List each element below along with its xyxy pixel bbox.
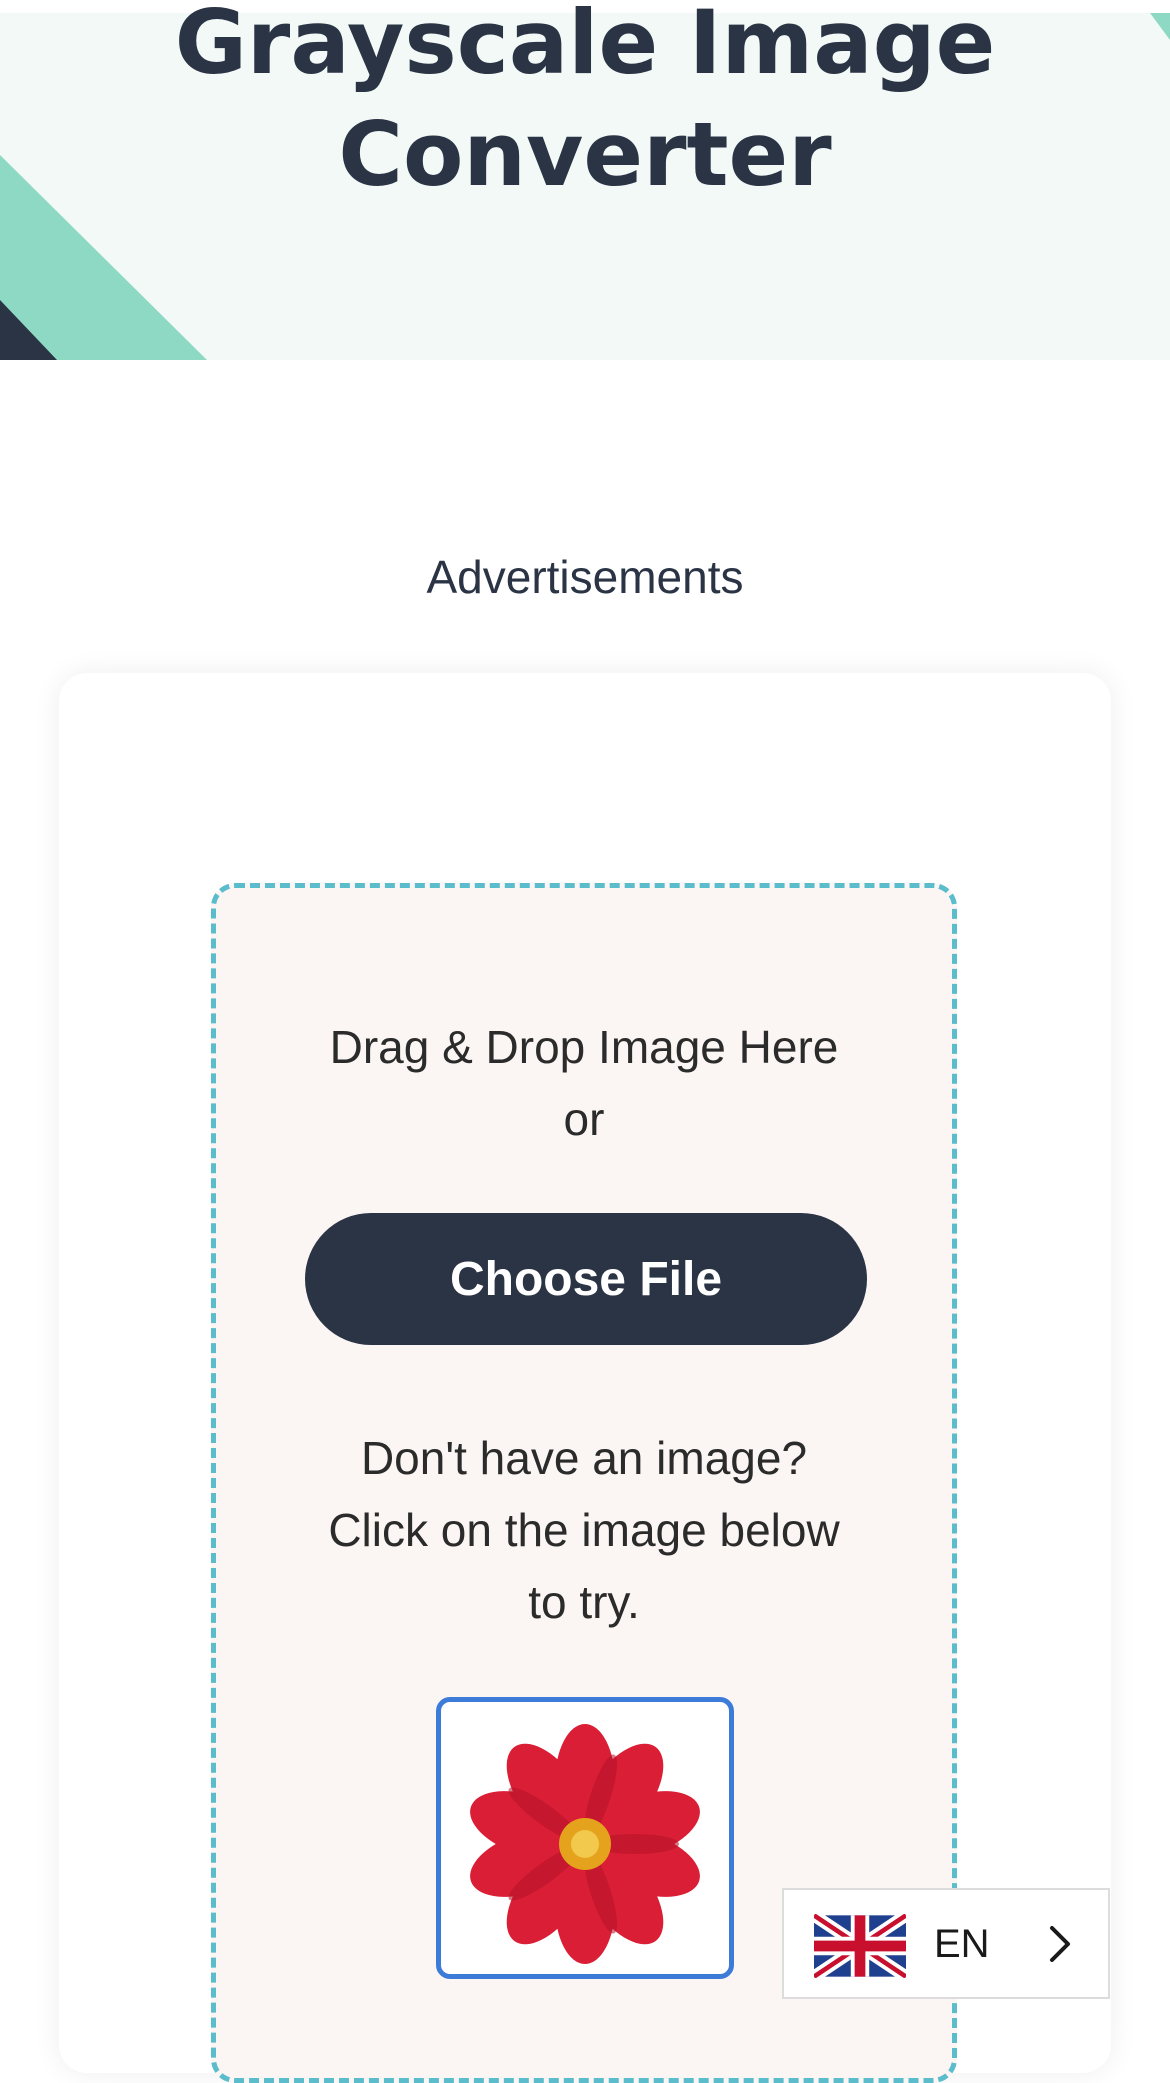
hero-banner: Grayscale Image Converter bbox=[0, 0, 1170, 360]
language-code: EN bbox=[934, 1922, 990, 1966]
uk-flag-icon bbox=[814, 1914, 906, 1978]
red-flower-icon bbox=[470, 1724, 700, 1964]
dropzone-instruction: Drag & Drop Image Here bbox=[329, 1021, 839, 1073]
page-title-line1: Grayscale Image bbox=[174, 0, 996, 94]
sample-hint-line1: Don't have an image? bbox=[360, 1432, 808, 1484]
language-switcher[interactable]: EN bbox=[782, 1888, 1110, 1999]
choose-file-button[interactable]: Choose File bbox=[305, 1213, 867, 1345]
dropzone-or: or bbox=[563, 1093, 605, 1145]
page-title-line2: Converter bbox=[338, 103, 832, 206]
advertisements-label: Advertisements bbox=[426, 551, 744, 603]
chevron-right-icon bbox=[1050, 1926, 1070, 1962]
sample-image-button[interactable] bbox=[436, 1697, 734, 1979]
sample-hint-line2: Click on the image below bbox=[328, 1504, 840, 1556]
sample-hint-line3: to try. bbox=[528, 1576, 640, 1628]
